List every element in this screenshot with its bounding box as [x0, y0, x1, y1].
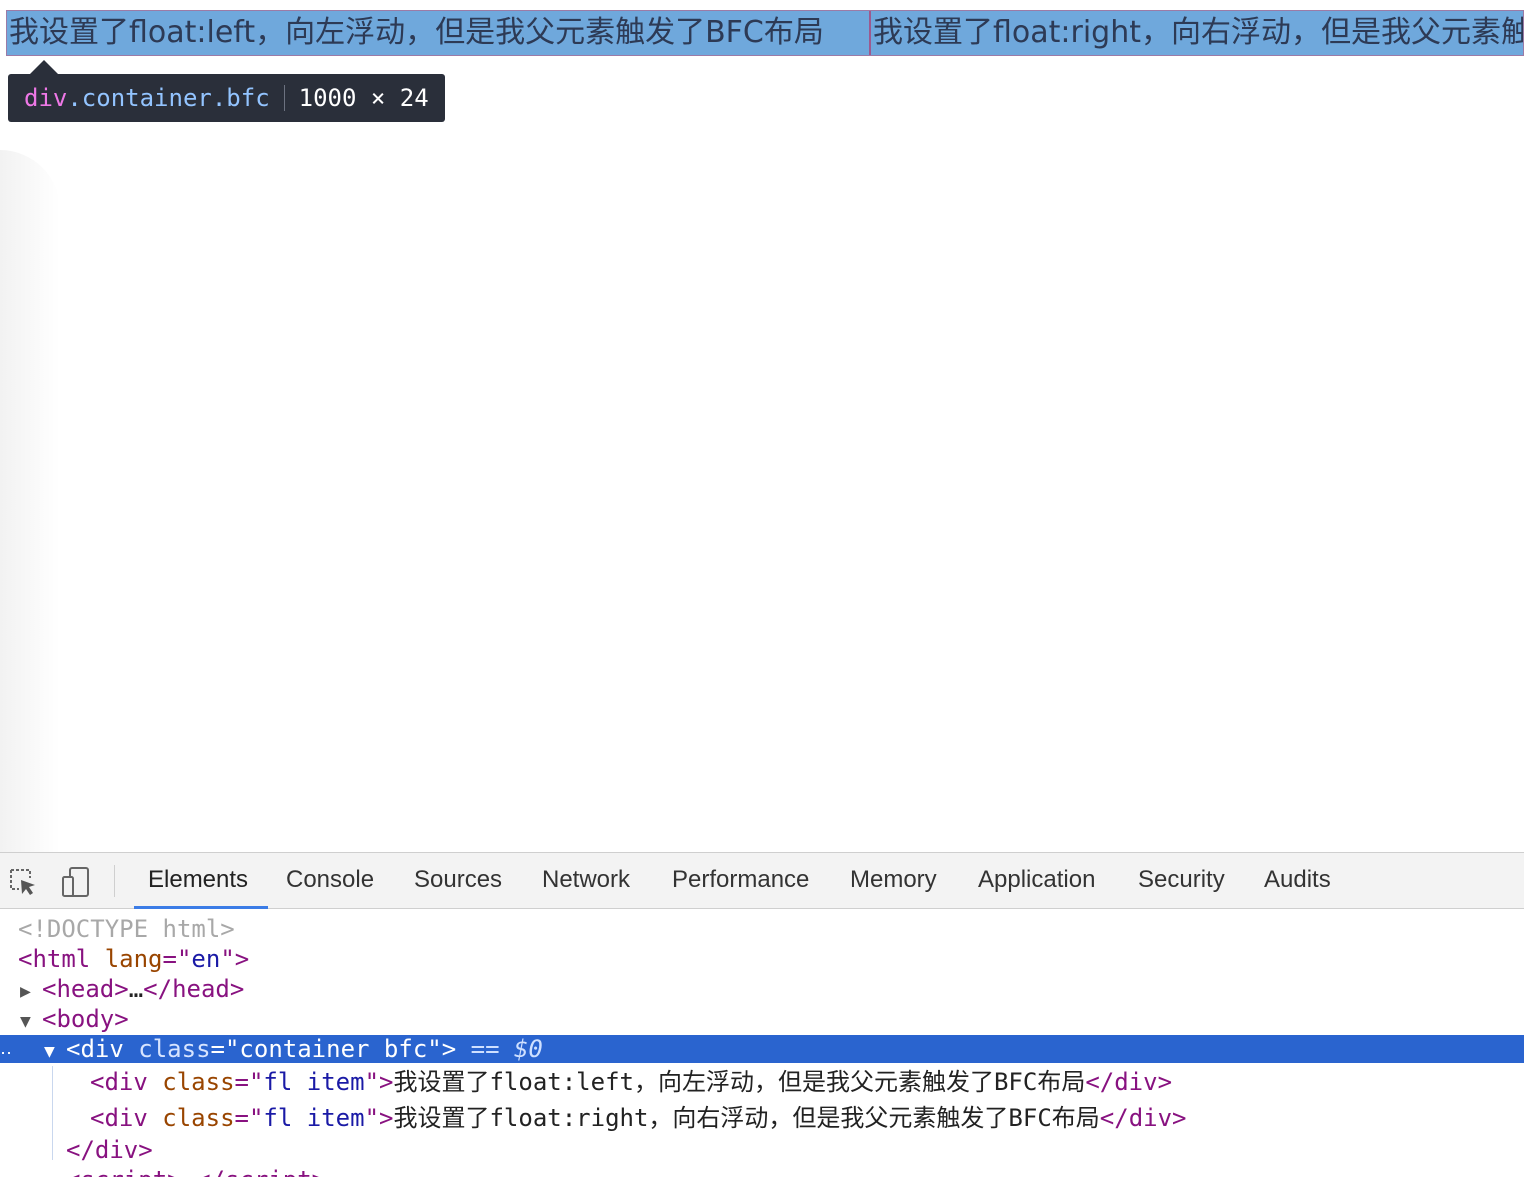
- tree-guide-line: [52, 1066, 53, 1160]
- tab-security[interactable]: Security: [1138, 853, 1225, 908]
- tooltip-class: .container.bfc: [67, 84, 270, 112]
- devtools-panel: Elements Console Sources Network Perform…: [0, 852, 1524, 1177]
- child-left-text: 我设置了float:left，向左浮动，但是我父元素触发了BFC布局: [393, 1068, 1086, 1096]
- tab-memory[interactable]: Memory: [850, 853, 937, 908]
- child-class-value: fl item: [263, 1104, 365, 1132]
- head-open-tag: head: [56, 975, 115, 1003]
- selected-node-marker: == $0: [470, 1035, 543, 1063]
- child-div-tag: div: [104, 1068, 148, 1096]
- child-right-text: 我设置了float:right，向右浮动，但是我父元素触发了BFC布局: [393, 1104, 1100, 1132]
- child-class-value: fl item: [263, 1068, 365, 1096]
- dom-container-close[interactable]: </div>: [0, 1135, 1524, 1165]
- doctype-text: <!DOCTYPE html>: [18, 915, 235, 943]
- viewport-edge-shadow: [0, 150, 60, 852]
- child-div-close-tag: div: [1128, 1104, 1173, 1132]
- tab-application[interactable]: Application: [978, 853, 1095, 908]
- tab-performance[interactable]: Performance: [672, 853, 809, 908]
- toolbar-divider: [114, 865, 115, 897]
- html-lang-attr: lang: [104, 945, 163, 973]
- tab-sources[interactable]: Sources: [414, 853, 502, 908]
- html-tag: html: [32, 945, 91, 973]
- tab-network[interactable]: Network: [542, 853, 630, 908]
- child-div-close-tag: div: [1114, 1068, 1158, 1096]
- tooltip-separator: [283, 85, 285, 111]
- device-toolbar-icon[interactable]: [60, 867, 90, 897]
- tab-console[interactable]: Console: [286, 853, 374, 908]
- script-open-tag: script: [80, 1166, 167, 1177]
- dom-html-node[interactable]: <html lang="en">: [0, 944, 1524, 974]
- child-div-tag: div: [104, 1104, 148, 1132]
- container-class-value: container bfc: [239, 1035, 428, 1063]
- collapse-arrow-icon[interactable]: ▼: [44, 1038, 66, 1066]
- script-close-tag: script: [225, 1166, 312, 1177]
- child-class-attr: class: [162, 1104, 235, 1132]
- container-bfc-highlight[interactable]: 我设置了float:left，向左浮动，但是我父元素触发了BFC布局 我设置了f…: [6, 10, 1524, 56]
- expand-arrow-icon[interactable]: ▶: [20, 977, 42, 1007]
- collapse-arrow-icon[interactable]: ▼: [20, 1007, 42, 1037]
- dom-child-right[interactable]: <div class="fl item">我设置了float:right，向右浮…: [0, 1103, 1524, 1133]
- dom-doctype[interactable]: <!DOCTYPE html>: [0, 914, 1524, 944]
- dom-container-node-selected[interactable]: ‥ ▼ <div class="container bfc"> == $0: [0, 1035, 1524, 1063]
- container-class-attr: class: [138, 1035, 211, 1063]
- devtools-toolbar: Elements Console Sources Network Perform…: [0, 853, 1524, 909]
- dom-head-node[interactable]: ▶ <head>…</head>: [0, 974, 1524, 1004]
- html-lang-value: en: [191, 945, 221, 973]
- head-close-tag: head: [172, 975, 230, 1003]
- tooltip-size: 1000 × 24: [298, 84, 429, 112]
- more-dots-icon[interactable]: ‥: [0, 1035, 12, 1063]
- child-class-attr: class: [162, 1068, 235, 1096]
- page-viewport: 我设置了float:left，向左浮动，但是我父元素触发了BFC布局 我设置了f…: [0, 0, 1524, 852]
- float-right-item: 我设置了float:right，向右浮动，但是我父元素触发了BFC布局: [873, 15, 1523, 50]
- container-div-tag: div: [80, 1035, 124, 1063]
- dom-child-left[interactable]: <div class="fl item">我设置了float:left，向左浮动…: [0, 1067, 1524, 1097]
- head-ellipsis[interactable]: …: [129, 975, 143, 1003]
- tab-audits[interactable]: Audits: [1264, 853, 1331, 908]
- inspector-tooltip: div .container.bfc 1000 × 24: [8, 60, 445, 122]
- float-left-item: 我设置了float:left，向左浮动，但是我父元素触发了BFC布局: [9, 11, 871, 55]
- body-tag: body: [56, 1005, 115, 1033]
- inspect-element-icon[interactable]: [8, 867, 38, 897]
- dom-script-node[interactable]: ▶<script>…</script>: [0, 1165, 1524, 1177]
- tab-elements[interactable]: Elements: [133, 853, 269, 909]
- dom-tree: <!DOCTYPE html> <html lang="en"> ▶ <head>…: [0, 910, 1524, 1177]
- tooltip-tag: div: [24, 84, 68, 112]
- container-close-tag: div: [94, 1136, 139, 1164]
- dom-body-node[interactable]: ▼ <body>: [0, 1004, 1524, 1034]
